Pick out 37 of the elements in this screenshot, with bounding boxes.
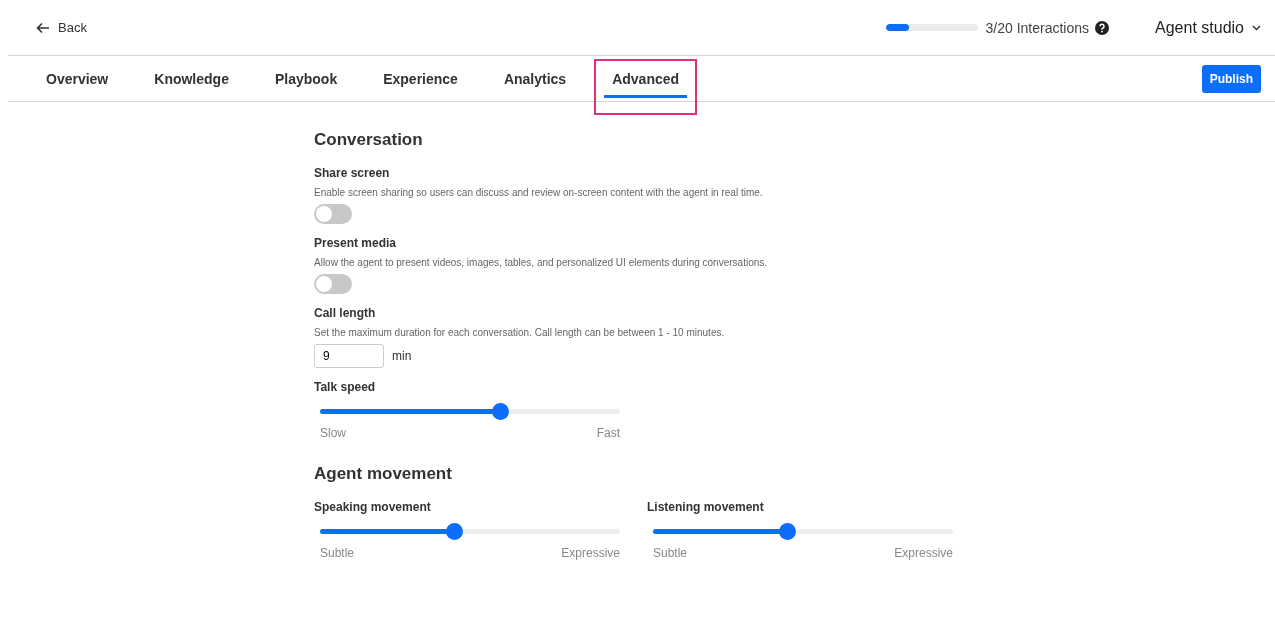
setting-label: Share screen — [314, 166, 391, 180]
setting-description: Allow the agent to present videos, images, tables, and personalized UI elements during conversations. — [314, 257, 769, 268]
nav-tab[interactable]: Knowledge — [136, 59, 247, 115]
slider-handle[interactable] — [492, 403, 509, 420]
nav-tab[interactable]: Playbook — [256, 59, 356, 115]
setting-description: Set the maximum duration for each conversation. Call length can be between 1 - 10 minutes. — [314, 327, 726, 338]
back-link[interactable]: Back — [36, 20, 87, 35]
section-title: Agent movement — [314, 464, 453, 484]
toggle-switch[interactable] — [314, 274, 352, 294]
nav-tab[interactable]: Advanced — [594, 59, 698, 115]
setting-label: Speaking movement — [314, 500, 432, 514]
nav-tab[interactable]: Overview — [28, 59, 127, 115]
slider-min-label: Subtle — [653, 546, 688, 560]
slider-handle[interactable] — [445, 523, 463, 540]
slider-max-label: Fast — [596, 426, 620, 440]
slider-handle[interactable] — [778, 523, 796, 540]
chevron-down-icon — [1252, 24, 1261, 31]
setting-label: Talk speed — [314, 380, 377, 394]
back-arrow-icon — [36, 21, 50, 34]
publish-button[interactable]: Publish — [1201, 64, 1261, 93]
slider-min-label: Slow — [320, 426, 346, 440]
nav-tab[interactable]: Analytics — [485, 59, 585, 115]
usage-label: 3/20 Interactions — [985, 19, 1090, 36]
number-input[interactable]: 9 — [314, 344, 384, 368]
slider-max-label: Expressive — [894, 546, 953, 560]
slider-min-label: Subtle — [320, 546, 355, 560]
setting-label: Call length — [314, 306, 377, 320]
section-title: Conversation — [314, 130, 424, 150]
setting-label: Listening movement — [647, 500, 765, 514]
toggle-switch[interactable] — [314, 204, 352, 224]
slider-max-label: Expressive — [561, 546, 620, 560]
help-icon[interactable] — [1095, 20, 1110, 35]
setting-description: Enable screen sharing so users can discuss and review on-screen content with the agent in real time. — [314, 187, 764, 198]
nav-tab[interactable]: Experience — [365, 59, 476, 115]
setting-label: Present media — [314, 236, 398, 250]
unit-label: min — [392, 349, 412, 363]
workspace-dropdown[interactable]: Agent studio — [1155, 18, 1261, 37]
